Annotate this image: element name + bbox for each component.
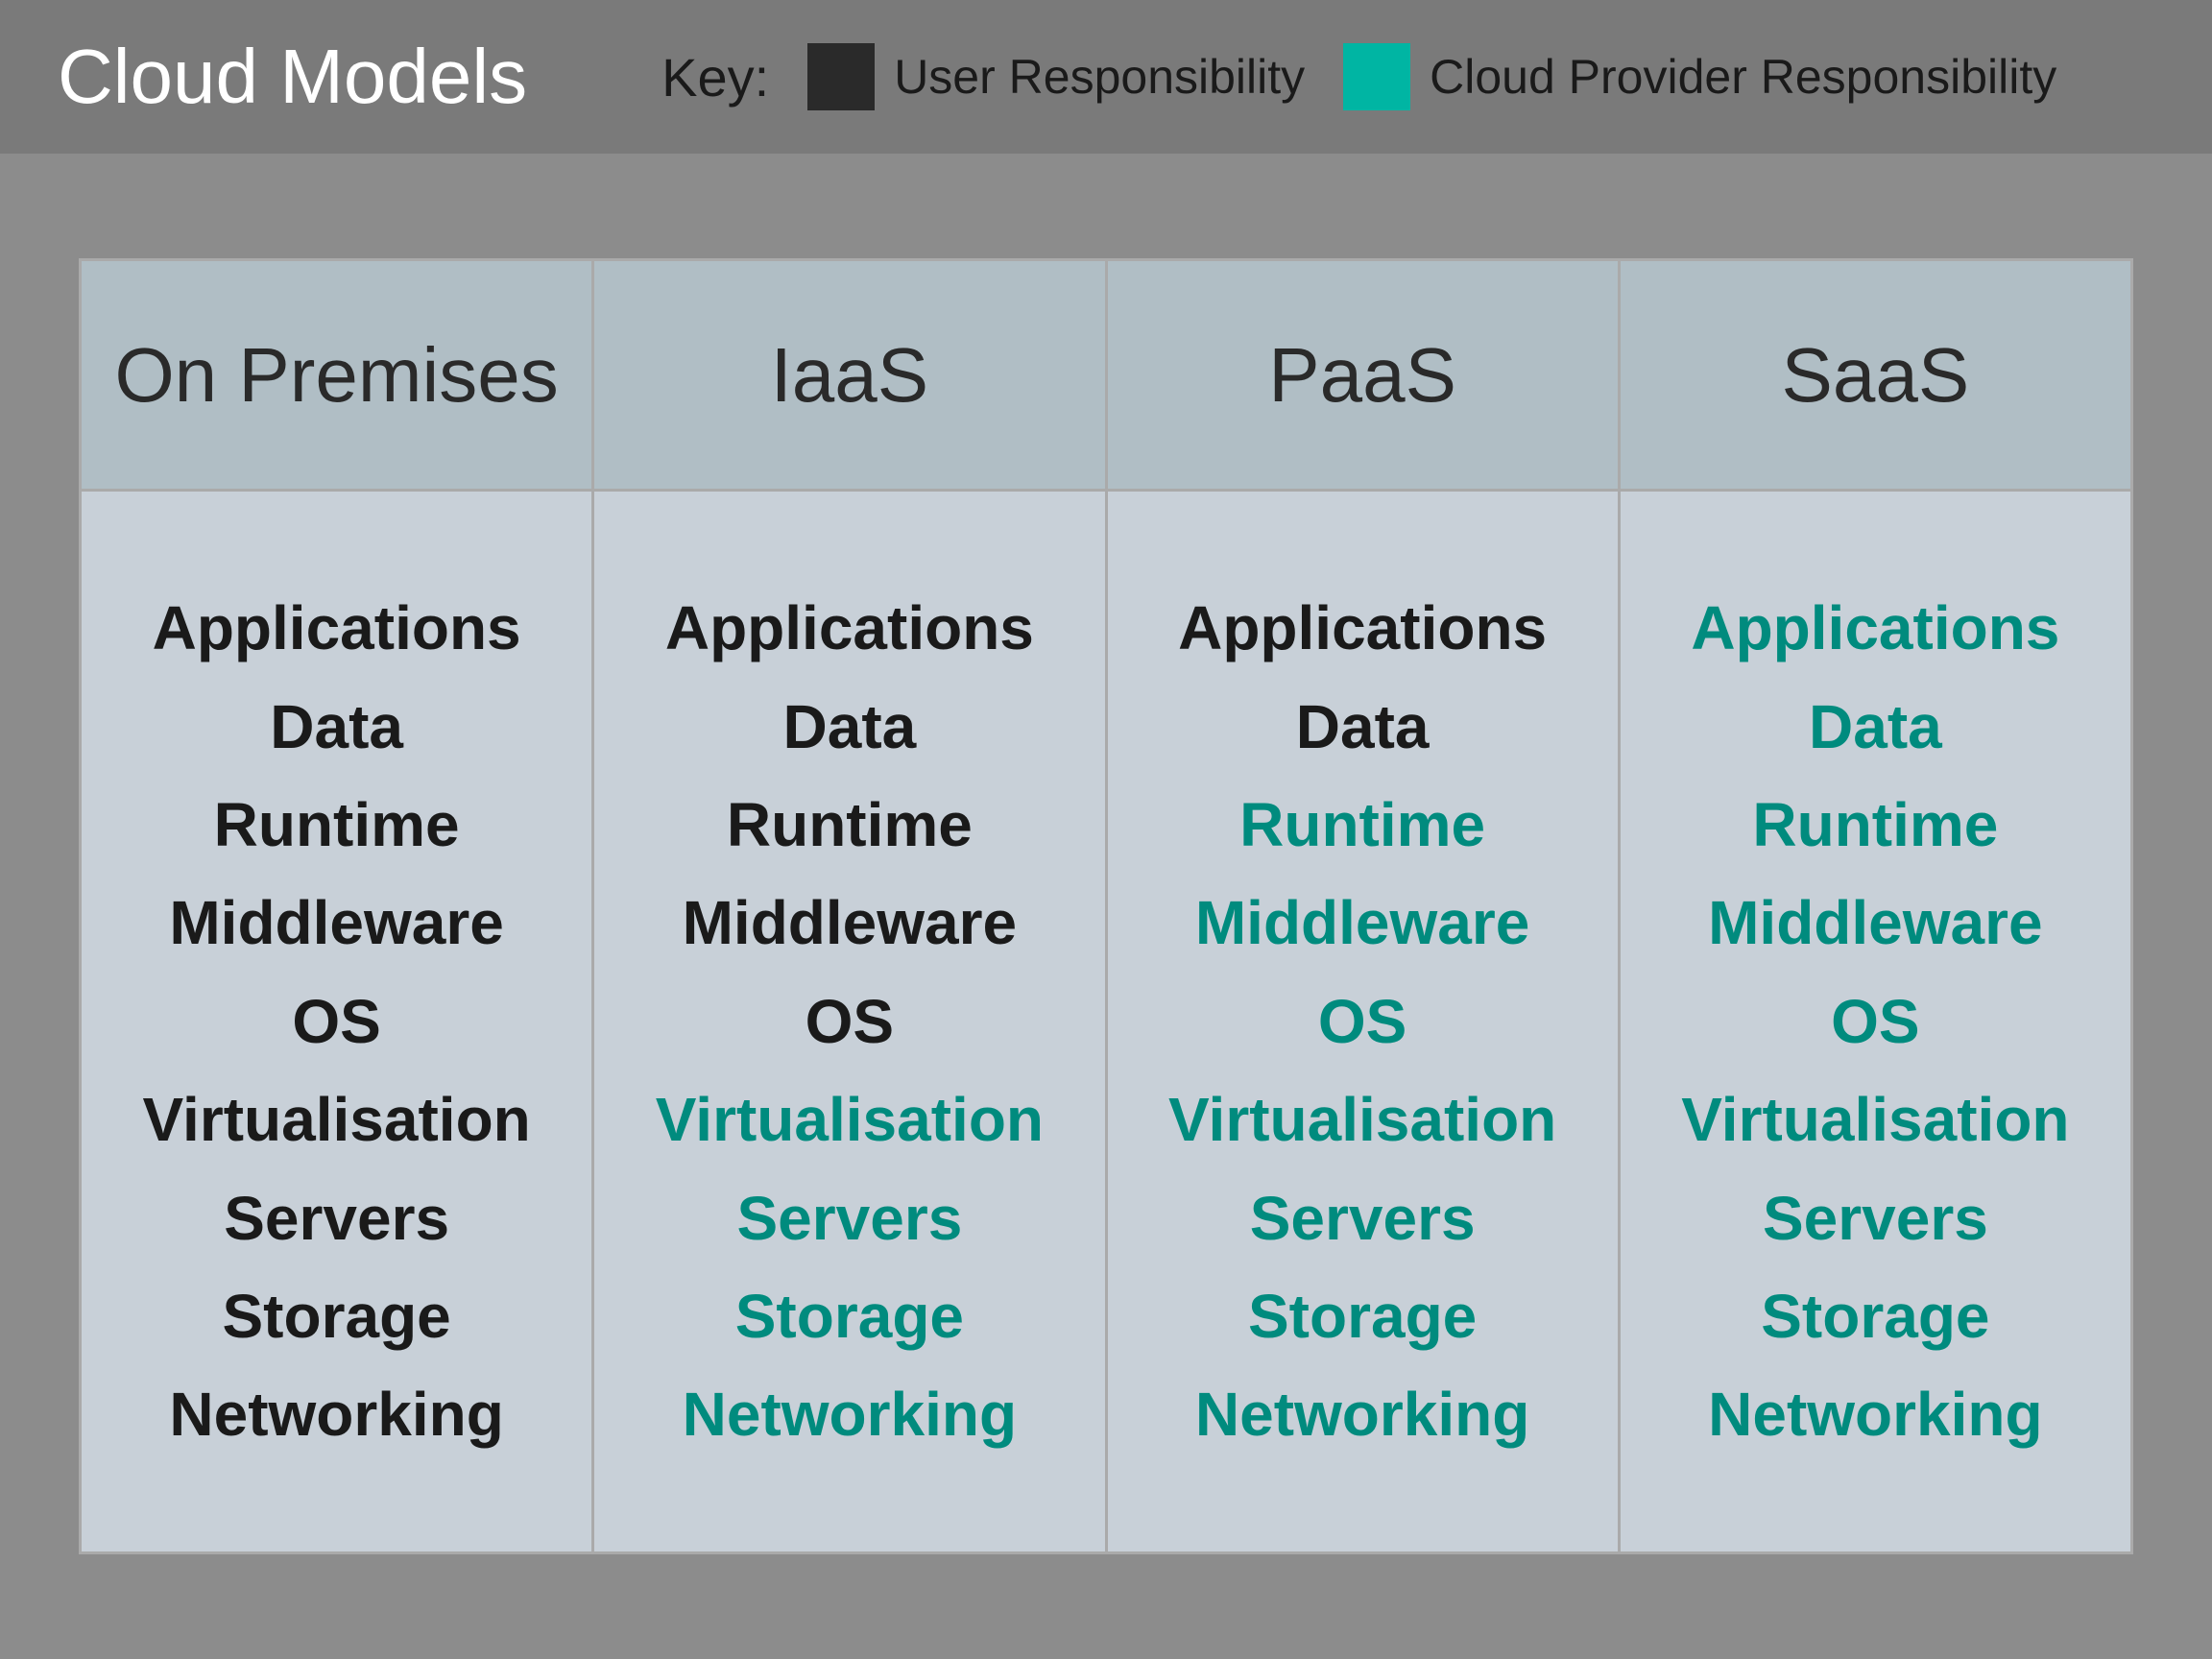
item-iaas-storage: Storage — [735, 1267, 964, 1365]
item-on-premises-middleware: Middleware — [169, 874, 504, 972]
user-responsibility-swatch — [807, 43, 875, 110]
page-header: Cloud Models Key: User Responsibility Cl… — [0, 0, 2212, 154]
item-saas-storage: Storage — [1761, 1267, 1989, 1365]
item-saas-os: OS — [1831, 973, 1919, 1070]
item-iaas-runtime: Runtime — [727, 776, 973, 874]
item-saas-virtualisation: Virtualisation — [1681, 1070, 2069, 1168]
item-on-premises-storage: Storage — [222, 1267, 450, 1365]
item-paas-middleware: Middleware — [1195, 874, 1530, 972]
legend: Key: User Responsibility Cloud Provider … — [661, 43, 2056, 110]
item-on-premises-os: OS — [292, 973, 380, 1070]
main-content: On PremisesApplicationsDataRuntimeMiddle… — [0, 154, 2212, 1659]
column-body-iaas: ApplicationsDataRuntimeMiddlewareOSVirtu… — [594, 492, 1104, 1551]
column-header-iaas: IaaS — [594, 261, 1104, 492]
column-body-on-premises: ApplicationsDataRuntimeMiddlewareOSVirtu… — [82, 492, 591, 1551]
page-title: Cloud Models — [58, 33, 527, 121]
item-on-premises-networking: Networking — [169, 1365, 503, 1463]
item-iaas-data: Data — [783, 678, 917, 776]
item-on-premises-applications: Applications — [153, 579, 521, 677]
column-header-text-on-premises: On Premises — [114, 331, 558, 420]
provider-responsibility-key: Cloud Provider Responsibility — [1343, 43, 2056, 110]
item-paas-runtime: Runtime — [1239, 776, 1485, 874]
key-label: Key: — [661, 46, 769, 108]
column-on-premises: On Premises ApplicationsDataRuntimeMiddle… — [82, 261, 594, 1551]
provider-responsibility-label: Cloud Provider Responsibility — [1430, 49, 2056, 105]
column-header-text-saas: SaaS — [1782, 331, 1970, 420]
item-on-premises-data: Data — [270, 678, 403, 776]
column-body-saas: ApplicationsDataRuntimeMiddlewareOSVirtu… — [1621, 492, 2130, 1551]
column-paas: PaaS ApplicationsDataRuntimeMiddlewareOSV… — [1108, 261, 1621, 1551]
item-iaas-applications: Applications — [665, 579, 1034, 677]
column-header-text-paas: PaaS — [1268, 331, 1456, 420]
item-paas-servers: Servers — [1250, 1169, 1476, 1267]
column-header-on-premises: On Premises — [82, 261, 591, 492]
column-body-paas: ApplicationsDataRuntimeMiddlewareOSVirtu… — [1108, 492, 1618, 1551]
item-iaas-networking: Networking — [683, 1365, 1017, 1463]
item-on-premises-servers: Servers — [224, 1169, 449, 1267]
column-header-paas: PaaS — [1108, 261, 1618, 492]
user-responsibility-key: User Responsibility — [807, 43, 1305, 110]
column-iaas: IaaS ApplicationsDataRuntimeMiddlewareOSV… — [594, 261, 1107, 1551]
item-saas-data: Data — [1809, 678, 1942, 776]
item-saas-networking: Networking — [1708, 1365, 2042, 1463]
column-saas: SaaS ApplicationsDataRuntimeMiddlewareOSV… — [1621, 261, 2130, 1551]
cloud-models-table: On PremisesApplicationsDataRuntimeMiddle… — [79, 258, 2133, 1554]
item-iaas-middleware: Middleware — [683, 874, 1018, 972]
item-on-premises-runtime: Runtime — [214, 776, 460, 874]
column-header-saas: SaaS — [1621, 261, 2130, 492]
item-iaas-servers: Servers — [736, 1169, 962, 1267]
item-paas-networking: Networking — [1195, 1365, 1529, 1463]
item-paas-os: OS — [1318, 973, 1407, 1070]
provider-responsibility-swatch — [1343, 43, 1410, 110]
item-iaas-virtualisation: Virtualisation — [656, 1070, 1044, 1168]
item-iaas-os: OS — [805, 973, 894, 1070]
item-saas-middleware: Middleware — [1708, 874, 2043, 972]
item-paas-applications: Applications — [1178, 579, 1547, 677]
item-saas-applications: Applications — [1691, 579, 2059, 677]
item-paas-data: Data — [1296, 678, 1430, 776]
item-paas-virtualisation: Virtualisation — [1168, 1070, 1556, 1168]
user-responsibility-label: User Responsibility — [894, 49, 1305, 105]
item-paas-storage: Storage — [1248, 1267, 1477, 1365]
item-saas-servers: Servers — [1763, 1169, 1988, 1267]
column-header-text-iaas: IaaS — [771, 331, 929, 420]
item-saas-runtime: Runtime — [1752, 776, 1998, 874]
item-on-premises-virtualisation: Virtualisation — [143, 1070, 531, 1168]
